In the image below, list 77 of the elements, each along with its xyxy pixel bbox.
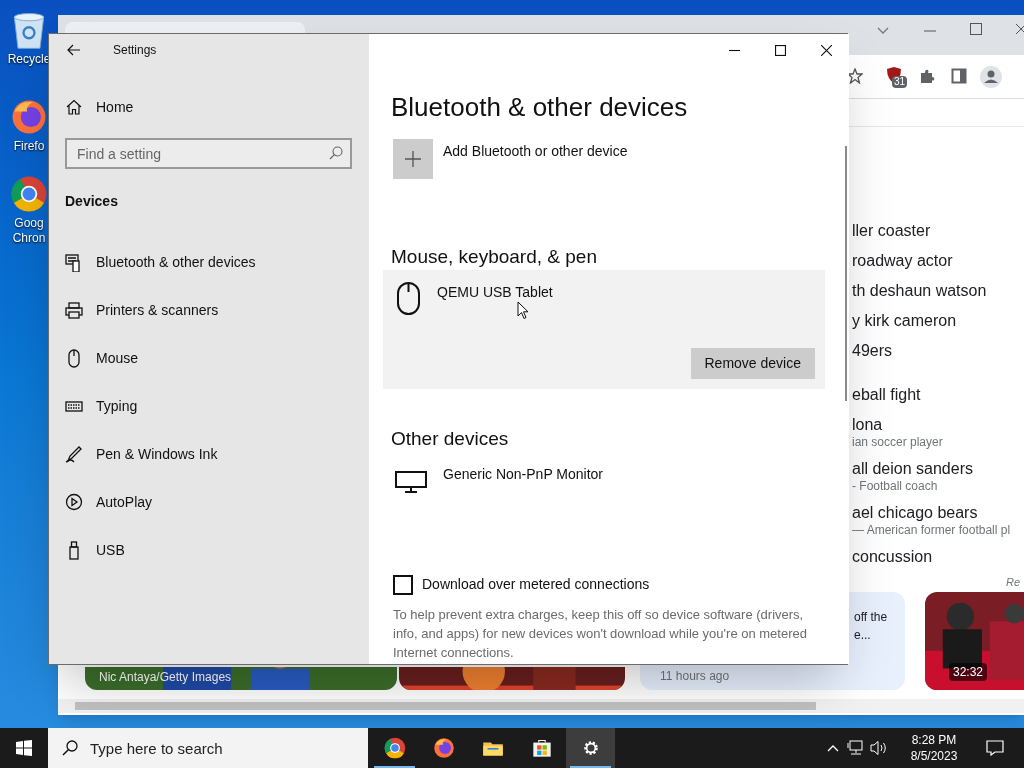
- article-time: 11 hours ago: [660, 668, 730, 685]
- home-icon: [66, 99, 82, 115]
- side-panel-icon[interactable]: [951, 68, 967, 84]
- page-heading: Bluetooth & other devices: [391, 91, 689, 124]
- add-device-link[interactable]: Add Bluetooth or other device: [443, 141, 628, 162]
- star-icon[interactable]: [847, 68, 863, 84]
- suggestion-link[interactable]: th deshaun watson: [852, 280, 987, 301]
- description-text: To help prevent extra charges, keep this off so device software (drivers, info, and apps) for new devices won't download while you're on metered Internet connections.: [393, 606, 808, 662]
- back-arrow-icon[interactable]: [67, 44, 81, 56]
- suggestion-link[interactable]: ller coaster: [852, 220, 931, 241]
- pen-icon: [65, 444, 83, 464]
- nav-item[interactable]: Printers & scanners: [49, 286, 369, 334]
- device-item[interactable]: Generic Non-PnP Monitor: [383, 452, 825, 502]
- suggestion-link[interactable]: eball fight: [852, 384, 921, 405]
- nav-item[interactable]: USB: [49, 526, 369, 574]
- article-text: off the: [854, 609, 888, 626]
- nav-item[interactable]: Bluetooth & other devices: [49, 238, 369, 286]
- mouse-pointer-icon: [517, 301, 529, 320]
- monitor-icon: [395, 471, 427, 493]
- windows-logo-icon[interactable]: [16, 740, 32, 756]
- horizontal-scrollbar[interactable]: [58, 699, 1024, 713]
- network-icon[interactable]: [847, 740, 865, 756]
- play-circle-icon: [65, 492, 83, 512]
- puzzle-piece-icon[interactable]: [919, 68, 935, 84]
- mouse-icon: [65, 348, 83, 368]
- vertical-scrollbar[interactable]: [845, 146, 847, 401]
- mouse-icon: [397, 282, 421, 316]
- nav-item[interactable]: Pen & Windows Ink: [49, 430, 369, 478]
- taskbar-app-button[interactable]: [566, 728, 615, 768]
- add-device-button[interactable]: [393, 139, 433, 179]
- suggestion-link[interactable]: ael chicago bears: [852, 502, 978, 523]
- search-icon: [62, 740, 78, 756]
- device-name: QEMU USB Tablet: [437, 284, 553, 300]
- nav-item[interactable]: AutoPlay: [49, 478, 369, 526]
- window-title: Settings: [113, 42, 157, 59]
- chevron-down-icon[interactable]: [877, 27, 889, 35]
- suggestion-link[interactable]: concussion: [852, 546, 933, 567]
- suggestion-link[interactable]: all deion sanders: [852, 458, 973, 479]
- nav-item[interactable]: Typing: [49, 382, 369, 430]
- search-icon[interactable]: [329, 146, 343, 160]
- suggestion-subtitle: ian soccer player: [852, 435, 943, 449]
- group-heading: Other devices: [391, 427, 510, 451]
- scrollbar-thumb[interactable]: [75, 702, 816, 710]
- desktop-icon-label: Goog: [14, 216, 44, 231]
- suggestion-link[interactable]: y kirk cameron: [852, 310, 957, 331]
- close-icon[interactable]: [820, 44, 832, 56]
- taskbar-search-field[interactable]: Type here to search: [48, 728, 368, 768]
- nav-item[interactable]: Mouse: [49, 334, 369, 382]
- search-field[interactable]: Find a setting: [65, 138, 352, 169]
- article-text: e...: [854, 627, 872, 644]
- checkbox[interactable]: [393, 574, 413, 595]
- group-heading: Mouse, keyboard, & pen: [391, 245, 598, 269]
- maximize-icon[interactable]: [774, 44, 786, 56]
- section-heading: Devices: [65, 192, 119, 211]
- video-duration: 32:32: [949, 663, 988, 681]
- footer-text: Re: [1006, 575, 1021, 590]
- suggestion-link[interactable]: lona: [852, 414, 883, 435]
- device-item[interactable]: QEMU USB Tablet Remove device: [383, 270, 825, 389]
- suggestion-subtitle: — American former football pl: [852, 523, 1011, 537]
- clock[interactable]: 8:28 PM 8/5/2023: [896, 732, 972, 764]
- plus-icon: [404, 150, 422, 168]
- notification-icon[interactable]: [986, 740, 1004, 756]
- printer-icon: [65, 300, 83, 320]
- keyboard-device-icon: [65, 252, 83, 272]
- device-name: Generic Non-PnP Monitor: [443, 466, 604, 482]
- suggestion-subtitle: - Football coach: [852, 479, 938, 493]
- desktop-icon-label: Chron: [12, 231, 46, 246]
- checkbox-label: Download over metered connections: [422, 575, 650, 594]
- suggestion-link[interactable]: roadway actor: [852, 250, 953, 271]
- home-nav-item[interactable]: Home: [65, 92, 353, 122]
- suggestion-link[interactable]: 49ers: [852, 340, 893, 361]
- chevron-up-icon[interactable]: [827, 744, 839, 752]
- speaker-icon[interactable]: [870, 740, 888, 756]
- remove-device-button[interactable]: Remove device: [690, 348, 815, 379]
- extension-badge: 31: [892, 76, 908, 88]
- desktop-icon-label: Firefo: [13, 139, 45, 154]
- profile-avatar-icon[interactable]: [980, 66, 1002, 88]
